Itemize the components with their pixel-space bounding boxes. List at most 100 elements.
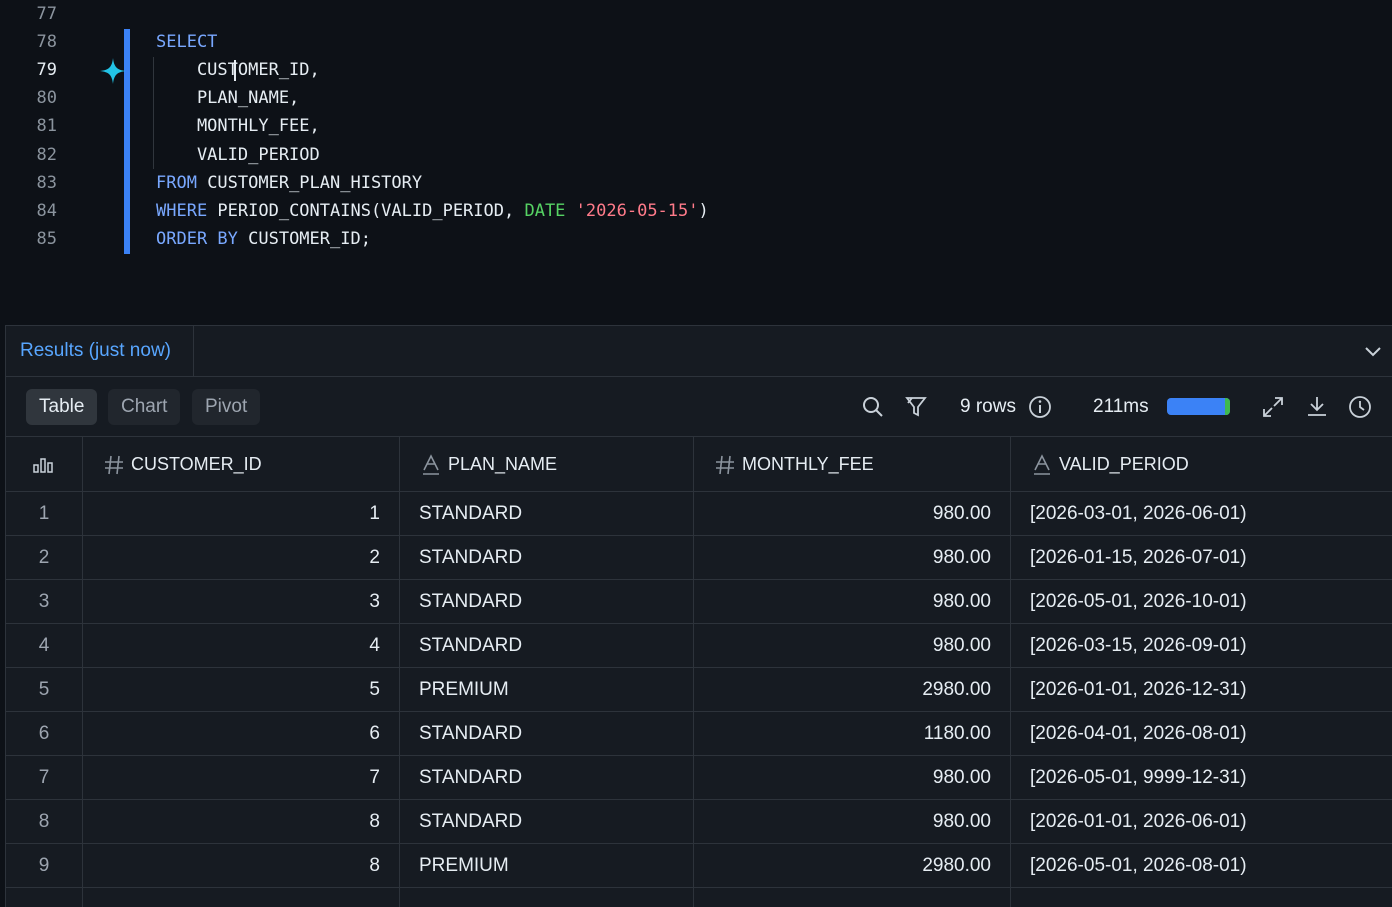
code-text: PLAN_NAME, bbox=[156, 88, 300, 108]
code-line: 81 MONTHLY_FEE, bbox=[0, 112, 1392, 140]
table-row[interactable]: 5 5 PREMIUM 2980.00 [2026-01-01, 2026-12-31) bbox=[6, 668, 1392, 712]
table-row[interactable]: 8 8 STANDARD 980.00 [2026-01-01, 2026-06-01) bbox=[6, 800, 1392, 844]
column-name: PLAN_NAME bbox=[448, 454, 558, 474]
cell-customer-id[interactable]: 6 bbox=[83, 712, 400, 756]
cell-customer-id[interactable]: 5 bbox=[83, 668, 400, 712]
column-stats-header[interactable] bbox=[6, 437, 83, 492]
table-row[interactable]: 9 8 PREMIUM 2980.00 [2026-05-01, 2026-08-01) bbox=[6, 844, 1392, 888]
text-caret bbox=[234, 60, 236, 81]
search-icon[interactable] bbox=[860, 394, 886, 420]
column-header-customer-id[interactable]: CUSTOMER_ID bbox=[83, 437, 400, 492]
cell-customer-id[interactable]: 1 bbox=[83, 492, 400, 536]
cell-monthly-fee[interactable]: 2980.00 bbox=[694, 668, 1011, 712]
results-tab[interactable]: Results (just now) bbox=[6, 326, 194, 377]
cell-valid-period[interactable]: [2026-05-01, 2026-10-01) bbox=[1011, 580, 1392, 624]
cell-plan-name[interactable]: STANDARD bbox=[400, 492, 694, 536]
cell-monthly-fee[interactable]: 980.00 bbox=[694, 580, 1011, 624]
code-text: ) bbox=[698, 201, 709, 221]
row-number[interactable]: 1 bbox=[6, 492, 83, 536]
table-row-empty bbox=[6, 888, 1392, 907]
cell-plan-name[interactable]: STANDARD bbox=[400, 624, 694, 668]
cell-customer-id[interactable]: 8 bbox=[83, 800, 400, 844]
cell-plan-name[interactable]: PREMIUM bbox=[400, 668, 694, 712]
view-tab-pivot[interactable]: Pivot bbox=[192, 389, 261, 425]
cell-valid-period[interactable]: [2026-01-15, 2026-07-01) bbox=[1011, 536, 1392, 580]
cell-monthly-fee[interactable]: 980.00 bbox=[694, 756, 1011, 800]
column-stats-icon[interactable] bbox=[32, 454, 54, 476]
row-number[interactable]: 6 bbox=[6, 712, 83, 756]
cell-plan-name[interactable]: STANDARD bbox=[400, 580, 694, 624]
view-tab-chart[interactable]: Chart bbox=[108, 389, 181, 425]
cell-customer-id[interactable]: 7 bbox=[83, 756, 400, 800]
cell-customer-id[interactable]: 2 bbox=[83, 536, 400, 580]
cell-monthly-fee[interactable]: 980.00 bbox=[694, 492, 1011, 536]
cell-monthly-fee[interactable]: 980.00 bbox=[694, 800, 1011, 844]
cell-customer-id[interactable]: 4 bbox=[83, 624, 400, 668]
cell-plan-name[interactable]: PREMIUM bbox=[400, 844, 694, 888]
row-number[interactable]: 4 bbox=[6, 624, 83, 668]
query-progress-bar bbox=[1167, 398, 1230, 415]
table-row[interactable]: 4 4 STANDARD 980.00 [2026-03-15, 2026-09-01) bbox=[6, 624, 1392, 668]
table-row[interactable]: 2 2 STANDARD 980.00 [2026-01-15, 2026-07-01) bbox=[6, 536, 1392, 580]
cell-valid-period[interactable]: [2026-01-01, 2026-12-31) bbox=[1011, 668, 1392, 712]
table-row[interactable]: 6 6 STANDARD 1180.00 [2026-04-01, 2026-08-01… bbox=[6, 712, 1392, 756]
history-icon[interactable] bbox=[1347, 394, 1373, 420]
row-number[interactable]: 9 bbox=[6, 844, 83, 888]
row-number[interactable]: 2 bbox=[6, 536, 83, 580]
cell-plan-name[interactable]: STANDARD bbox=[400, 756, 694, 800]
row-number[interactable]: 3 bbox=[6, 580, 83, 624]
text-type-icon bbox=[423, 454, 439, 475]
cell-valid-period[interactable]: [2026-05-01, 2026-08-01) bbox=[1011, 844, 1392, 888]
cell-valid-period[interactable]: [2026-04-01, 2026-08-01) bbox=[1011, 712, 1392, 756]
column-header-monthly-fee[interactable]: MONTHLY_FEE bbox=[694, 437, 1011, 492]
download-icon[interactable] bbox=[1304, 394, 1330, 420]
line-number: 83 bbox=[36, 173, 57, 193]
cell-plan-name[interactable]: STANDARD bbox=[400, 800, 694, 844]
line-number: 82 bbox=[36, 145, 57, 165]
filter-icon[interactable] bbox=[904, 394, 930, 420]
query-progress-fill bbox=[1167, 398, 1230, 415]
cell-monthly-fee[interactable]: 980.00 bbox=[694, 536, 1011, 580]
column-header-valid-period[interactable]: VALID_PERIOD bbox=[1011, 437, 1392, 492]
query-duration: 211ms bbox=[1093, 396, 1149, 417]
table-row[interactable]: 1 1 STANDARD 980.00 [2026-03-01, 2026-06-01) bbox=[6, 492, 1392, 536]
cell-valid-period[interactable]: [2026-03-15, 2026-09-01) bbox=[1011, 624, 1392, 668]
cell-monthly-fee[interactable]: 2980.00 bbox=[694, 844, 1011, 888]
cell-valid-period[interactable]: [2026-01-01, 2026-06-01) bbox=[1011, 800, 1392, 844]
code-line: 82 VALID_PERIOD bbox=[0, 141, 1392, 169]
number-type-icon bbox=[716, 455, 734, 475]
code-line-active: 79 CUSTOMER_ID, bbox=[0, 56, 1392, 84]
code-text: PERIOD_CONTAINS(VALID_PERIOD, bbox=[207, 201, 525, 221]
cell-plan-name[interactable]: STANDARD bbox=[400, 712, 694, 756]
code-line: 80 PLAN_NAME, bbox=[0, 84, 1392, 112]
row-number[interactable]: 7 bbox=[6, 756, 83, 800]
chevron-down-icon[interactable] bbox=[1362, 340, 1384, 362]
cell-customer-id[interactable]: 3 bbox=[83, 580, 400, 624]
code-line: 78 SELECT bbox=[0, 28, 1392, 56]
row-number[interactable]: 8 bbox=[6, 800, 83, 844]
line-number: 81 bbox=[36, 116, 57, 136]
code-text: CUSTOMER_ID; bbox=[237, 229, 371, 249]
cell-monthly-fee[interactable]: 1180.00 bbox=[694, 712, 1011, 756]
table-row[interactable]: 7 7 STANDARD 980.00 [2026-05-01, 9999-12-31) bbox=[6, 756, 1392, 800]
view-tab-table[interactable]: Table bbox=[26, 389, 98, 425]
sql-editor[interactable]: 77 78 SELECT 79 CUSTOMER_ID, 80 PLAN_NAM… bbox=[0, 0, 1392, 326]
table-row[interactable]: 3 3 STANDARD 980.00 [2026-05-01, 2026-10-01) bbox=[6, 580, 1392, 624]
row-number[interactable]: 5 bbox=[6, 668, 83, 712]
results-tabbar: Results (just now) bbox=[6, 326, 1392, 377]
info-icon[interactable] bbox=[1027, 394, 1053, 420]
column-header-plan-name[interactable]: PLAN_NAME bbox=[400, 437, 694, 492]
line-number: 78 bbox=[36, 32, 57, 52]
cell-monthly-fee[interactable]: 980.00 bbox=[694, 624, 1011, 668]
empty-cell bbox=[1011, 888, 1392, 907]
line-number: 79 bbox=[36, 60, 57, 80]
code-line: 85 ORDER BY CUSTOMER_ID; bbox=[0, 225, 1392, 253]
cell-valid-period[interactable]: [2026-03-01, 2026-06-01) bbox=[1011, 492, 1392, 536]
cell-customer-id[interactable]: 8 bbox=[83, 844, 400, 888]
row-count: 9 rows bbox=[960, 396, 1016, 417]
number-type-icon bbox=[105, 455, 123, 475]
empty-cell bbox=[400, 888, 694, 907]
cell-valid-period[interactable]: [2026-05-01, 9999-12-31) bbox=[1011, 756, 1392, 800]
expand-icon[interactable] bbox=[1260, 394, 1286, 420]
cell-plan-name[interactable]: STANDARD bbox=[400, 536, 694, 580]
